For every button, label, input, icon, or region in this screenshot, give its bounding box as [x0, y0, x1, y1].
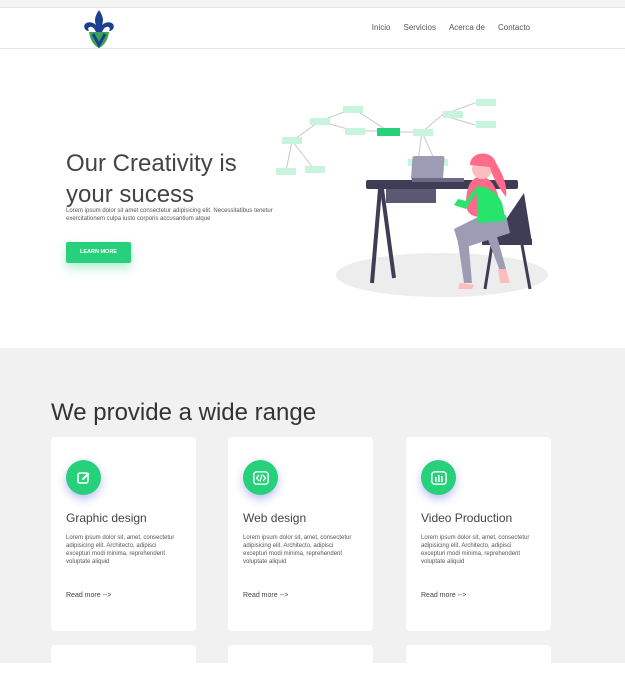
hero-section: Our Creativity is your sucess Lorem ipsu…: [0, 49, 625, 348]
nav-link-acerca-de[interactable]: Acerca de: [449, 23, 485, 32]
card-title: Web design: [243, 511, 307, 525]
card-title: Video Production: [421, 511, 513, 525]
service-card-video-production: Video Production Lorem ipsum dolor sit, …: [406, 437, 551, 631]
nav-menu: Inicio Servicios Acerca de Contacto: [372, 23, 530, 32]
learn-more-button[interactable]: LEARN MORE: [66, 242, 131, 263]
hero-title: Our Creativity is your sucess: [66, 150, 237, 209]
read-more-link[interactable]: Read more -->: [243, 592, 288, 599]
fleur-de-lis-logo[interactable]: [80, 8, 118, 50]
service-card-graphic-design: Graphic design Lorem ipsum dolor sit, am…: [51, 437, 196, 631]
code-icon: [243, 460, 278, 495]
bar-chart-icon: [421, 460, 456, 495]
services-title: We provide a wide range: [51, 398, 317, 426]
service-card-web-design: Web design Lorem ipsum dolor sit, amet, …: [228, 437, 373, 631]
card-text: Lorem ipsum dolor sit, amet, consectetur…: [243, 535, 352, 565]
card-text: Lorem ipsum dolor sit, amet, consectetur…: [66, 535, 175, 565]
browser-top-strip: [0, 0, 625, 8]
nav-link-contacto[interactable]: Contacto: [498, 23, 530, 32]
services-section: We provide a wide range Graphic design L…: [0, 348, 625, 675]
read-more-link[interactable]: Read more -->: [421, 592, 466, 599]
edit-icon: [66, 460, 101, 495]
hero-illustration: [276, 99, 548, 297]
card-text: Lorem ipsum dolor sit, amet, consectetur…: [421, 535, 530, 565]
read-more-link[interactable]: Read more -->: [66, 592, 111, 599]
hero-text: Lorem ipsum dolor sit amet consectetur a…: [66, 208, 273, 222]
service-card-partial: [228, 645, 373, 675]
service-card-partial: [406, 645, 551, 675]
navbar: Inicio Servicios Acerca de Contacto: [0, 8, 625, 49]
card-title: Graphic design: [66, 511, 147, 525]
nav-link-servicios[interactable]: Servicios: [403, 23, 435, 32]
nav-link-inicio[interactable]: Inicio: [372, 23, 391, 32]
service-card-partial: [51, 645, 196, 675]
